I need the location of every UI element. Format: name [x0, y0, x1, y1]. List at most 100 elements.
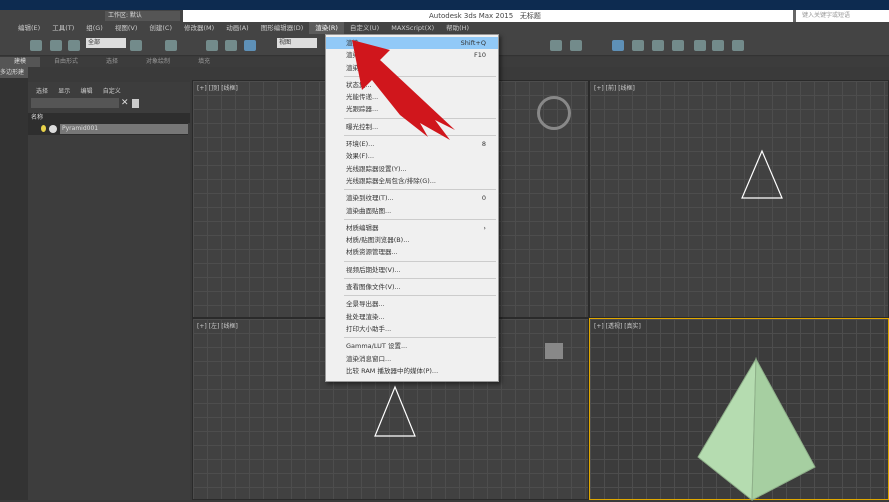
menu-item-shortcut: 0 [481, 194, 486, 203]
menu-item[interactable]: 打印大小助手... [326, 323, 498, 335]
menu-item-label: 查看图像文件(V)... [346, 283, 401, 292]
menu-item[interactable]: 查看图像文件(V)... [326, 281, 498, 293]
ribbon-tab[interactable]: 对象绘制 [132, 57, 184, 67]
menu-item-label: 渲染消息窗口... [346, 354, 392, 363]
curve-editor-icon[interactable] [632, 40, 644, 51]
menu-item[interactable]: 比较 RAM 播放器中的媒体(P)... [326, 365, 498, 377]
align-icon[interactable] [570, 40, 582, 51]
ref-coord-dropdown[interactable]: 视图 [277, 38, 317, 48]
menu-1[interactable]: 工具(T) [46, 22, 80, 34]
window-title-bar [0, 0, 889, 10]
menu-3[interactable]: 视图(V) [109, 22, 144, 34]
move-icon[interactable] [206, 40, 218, 51]
panel-label: 多边形建模 [0, 67, 28, 87]
menu-item-label: 光线跟踪器全局包含/排除(G)... [346, 176, 436, 185]
pyramid-wireframe [374, 385, 416, 437]
ribbon-tab[interactable]: 建模 [0, 57, 41, 67]
viewport-label[interactable]: [+] [顶] [线框] [197, 83, 238, 92]
column-header-name[interactable]: 名称 [28, 113, 190, 123]
rotate-icon[interactable] [225, 40, 237, 51]
menu-item[interactable]: 全景导出器... [326, 298, 498, 310]
menu-item-label: 材质资源管理器... [346, 248, 398, 257]
menu-6[interactable]: 动画(A) [220, 22, 255, 34]
menu-item[interactable]: 视频后期处理(V)... [326, 264, 498, 276]
pyramid-shaded [697, 357, 816, 502]
menu-11[interactable]: 帮助(H) [440, 22, 475, 34]
title-area: Autodesk 3ds Max 2015 无标题 [183, 10, 793, 22]
link-icon[interactable] [30, 40, 42, 51]
menu-item-label: 材质/贴图浏览器(B)... [346, 236, 410, 245]
menu-item[interactable]: 渲染到纹理(T)... 0 [326, 192, 498, 204]
object-name[interactable]: Pyramid001 [60, 124, 188, 134]
menu-separator [344, 260, 496, 262]
menu-item-label: 光线跟踪器设置(Y)... [346, 164, 407, 173]
ribbon-tab[interactable]: 选择 [92, 57, 132, 67]
viewport-perspective[interactable]: [+] [透视] [真实] [589, 318, 889, 502]
viewport-front[interactable]: [+] [前] [线框] [589, 80, 889, 318]
menu-item[interactable]: 渲染消息窗口... [326, 353, 498, 365]
menu-item[interactable]: 批处理渲染... [326, 311, 498, 323]
scene-explorer: 选择 显示 编辑 自定义 ✕ 名称 Pyramid001 [28, 82, 190, 500]
menu-item-label: 批处理渲染... [346, 312, 385, 321]
app-title: Autodesk 3ds Max 2015 [429, 12, 514, 20]
menu-7[interactable]: 图形编辑器(D) [255, 22, 310, 34]
menu-item-shortcut: › [483, 223, 486, 232]
schematic-view-icon[interactable] [652, 40, 664, 51]
menu-separator [344, 337, 496, 339]
selection-filter-dropdown[interactable]: 全部 [86, 38, 126, 48]
viewcube-icon[interactable] [545, 343, 563, 359]
render-frame-icon[interactable] [712, 40, 724, 51]
bind-spacewarp-icon[interactable] [68, 40, 80, 51]
menu-item-label: 打印大小助手... [346, 324, 392, 333]
explorer-tab-display[interactable]: 显示 [58, 86, 70, 95]
render-teapot-icon[interactable] [732, 40, 744, 51]
menu-item[interactable]: 效果(F)... [326, 150, 498, 162]
viewport-label[interactable]: [+] [左] [线框] [197, 321, 238, 330]
search-input[interactable]: 键入关键字或短语 [793, 10, 889, 22]
light-bulb-icon[interactable] [41, 125, 46, 132]
menu-item[interactable]: 材质编辑器 › [326, 222, 498, 234]
menu-10[interactable]: MAXScript(X) [385, 22, 440, 34]
menu-item[interactable]: 材质资源管理器... [326, 246, 498, 258]
menu-5[interactable]: 修改器(M) [178, 22, 220, 34]
menu-item[interactable]: 光线跟踪器全局包含/排除(G)... [326, 175, 498, 187]
explorer-tab-edit[interactable]: 编辑 [81, 86, 93, 95]
menu-item[interactable]: 渲染曲面贴图... [326, 205, 498, 217]
material-editor-icon[interactable] [672, 40, 684, 51]
menu-item[interactable]: Gamma/LUT 设置... [326, 340, 498, 352]
scale-icon[interactable] [244, 40, 256, 51]
viewcube-icon[interactable] [537, 96, 571, 130]
menu-item-label: 材质编辑器 [346, 223, 379, 232]
menu-item-label: 全景导出器... [346, 300, 385, 309]
object-icon [49, 125, 57, 133]
menu-0[interactable]: 编辑(E) [12, 22, 46, 34]
filter-icon[interactable] [132, 99, 139, 108]
menu-item-shortcut: 8 [481, 140, 486, 149]
menu-item-label: 渲染到纹理(T)... [346, 194, 394, 203]
select-icon[interactable] [130, 40, 142, 51]
menu-item-label: Gamma/LUT 设置... [346, 342, 408, 351]
workspace-dropdown[interactable]: 工作区: 默认 [105, 11, 180, 21]
menu-4[interactable]: 创建(C) [143, 22, 178, 34]
explorer-tab-customize[interactable]: 自定义 [103, 86, 121, 95]
scene-explorer-icon[interactable] [612, 40, 624, 51]
menu-item-label: 视频后期处理(V)... [346, 265, 401, 274]
menu-item[interactable]: 材质/贴图浏览器(B)... [326, 234, 498, 246]
ribbon-tab[interactable]: 填充 [184, 57, 224, 67]
render-setup-icon[interactable] [694, 40, 706, 51]
list-item[interactable]: Pyramid001 [28, 123, 188, 135]
viewport-label[interactable]: [+] [前] [线框] [594, 83, 635, 92]
menu-separator [344, 189, 496, 191]
menu-8[interactable]: 渲染(R) [309, 22, 344, 34]
mirror-icon[interactable] [550, 40, 562, 51]
rect-select-icon[interactable] [165, 40, 177, 51]
menu-2[interactable]: 组(G) [80, 22, 109, 34]
viewport-label[interactable]: [+] [透视] [真实] [594, 321, 641, 330]
menu-item[interactable]: 光线跟踪器设置(Y)... [326, 163, 498, 175]
ribbon-tab[interactable]: 自由形式 [40, 57, 92, 67]
unlink-icon[interactable] [50, 40, 62, 51]
menu-9[interactable]: 自定义(U) [344, 22, 385, 34]
explorer-search-input[interactable] [31, 98, 119, 108]
clear-icon[interactable]: ✕ [121, 98, 129, 108]
explorer-tab-select[interactable]: 选择 [36, 86, 48, 95]
